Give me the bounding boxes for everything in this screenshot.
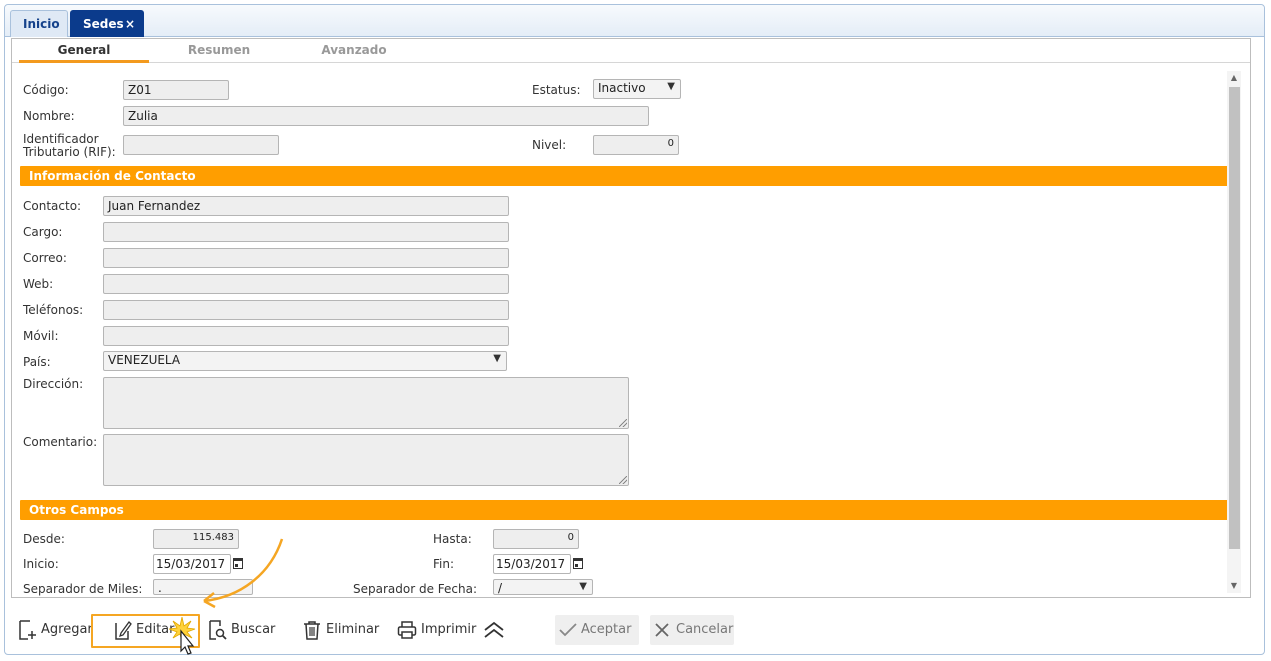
sep-fecha-select[interactable]: / ▼ [493,579,593,595]
nombre-field[interactable]: Zulia [123,106,649,126]
pais-label: País: [23,355,51,369]
aceptar-button[interactable]: Aceptar [555,615,639,645]
resize-grip-icon[interactable] [619,419,627,427]
rif-label-line2: Tributario (RIF): [23,145,116,159]
direccion-label: Dirección: [23,377,84,391]
telefonos-field[interactable] [103,300,509,320]
rif-field[interactable] [123,135,279,155]
sep-fecha-label: Separador de Fecha: [353,582,478,596]
check-icon [559,623,577,637]
close-x-icon [655,623,669,637]
tab-bar: Inicio Sedes × [5,5,1264,37]
pais-select[interactable]: VENEZUELA ▼ [103,351,507,371]
buscar-button[interactable]: Buscar [207,615,277,645]
scroll-thumb[interactable] [1229,87,1240,549]
section-contacto: Información de Contacto [20,166,1228,186]
desde-label: Desde: [23,532,65,546]
agregar-label: Agregar [41,622,93,637]
estatus-value: Inactivo [598,81,646,95]
rif-label-line1: Identificador [23,132,99,146]
scroll-up-icon[interactable]: ▲ [1227,71,1241,85]
chevron-down-icon: ▼ [579,581,587,592]
close-icon[interactable]: × [125,11,135,37]
form-panel: General Resumen Avanzado Código: Z01 Est… [11,38,1251,598]
tab-sedes-label: Sedes [83,17,124,31]
movil-label: Móvil: [23,329,59,343]
cancelar-button[interactable]: Cancelar [650,615,734,645]
add-document-icon [19,620,36,640]
fin-date-field[interactable]: 15/03/2017 [493,554,571,574]
calendar-icon[interactable] [573,558,583,569]
sep-miles-label: Separador de Miles: [23,582,143,596]
direccion-textarea[interactable] [103,377,629,429]
annotation-arrow [203,538,284,609]
subtab-resumen[interactable]: Resumen [154,43,284,63]
movil-field[interactable] [103,326,509,346]
nivel-field[interactable]: 0 [593,135,679,155]
aceptar-label: Aceptar [581,622,632,637]
pais-value: VENEZUELA [108,353,181,367]
web-label: Web: [23,277,54,291]
cargo-label: Cargo: [23,225,63,239]
agregar-button[interactable]: Agregar [17,615,93,645]
subtab-general[interactable]: General [19,43,149,63]
eliminar-label: Eliminar [326,622,380,637]
trash-icon [304,621,320,640]
tab-sedes[interactable]: Sedes × [70,10,144,37]
comentario-label: Comentario: [23,435,98,449]
sep-miles-value: . [158,581,162,595]
telefonos-label: Teléfonos: [23,303,84,317]
correo-label: Correo: [23,251,67,265]
codigo-field[interactable]: Z01 [123,80,229,100]
edit-icon [115,621,132,640]
sep-fecha-value: / [498,581,503,595]
hasta-label: Hasta: [433,532,472,546]
correo-field[interactable] [103,248,509,268]
nivel-label: Nivel: [532,138,567,152]
hasta-field[interactable]: 0 [493,529,579,549]
subtab-avanzado[interactable]: Avanzado [289,43,419,63]
imprimir-button[interactable]: Imprimir [397,615,477,645]
subtab-bar: General Resumen Avanzado [12,39,1250,63]
eliminar-button[interactable]: Eliminar [302,615,382,645]
contacto-field[interactable]: Juan Fernandez [103,196,509,216]
buscar-label: Buscar [231,622,276,637]
estatus-label: Estatus: [532,83,581,97]
inicio-label: Inicio: [23,557,59,571]
chevron-down-icon: ▼ [667,81,675,92]
nombre-label: Nombre: [23,109,75,123]
codigo-label: Código: [23,83,69,97]
cancelar-label: Cancelar [676,622,734,637]
search-document-icon [209,620,227,640]
cargo-field[interactable] [103,222,509,242]
tab-inicio-label: Inicio [23,17,60,31]
resize-grip-icon[interactable] [619,476,627,484]
click-cursor-icon [169,617,196,655]
fin-label: Fin: [433,557,455,571]
form-scrollbar[interactable]: ▲ ▼ [1227,71,1241,593]
tab-inicio[interactable]: Inicio [10,10,68,37]
chevron-down-icon: ▼ [493,353,501,364]
scroll-down-icon[interactable]: ▼ [1227,579,1241,593]
estatus-select[interactable]: Inactivo ▼ [593,79,681,99]
section-otros: Otros Campos [20,500,1228,520]
printer-icon [397,621,417,639]
contacto-label: Contacto: [23,199,82,213]
web-field[interactable] [103,274,509,294]
comentario-textarea[interactable] [103,434,629,486]
imprimir-label: Imprimir [421,622,477,637]
collapse-chevron-icon[interactable] [483,621,505,639]
